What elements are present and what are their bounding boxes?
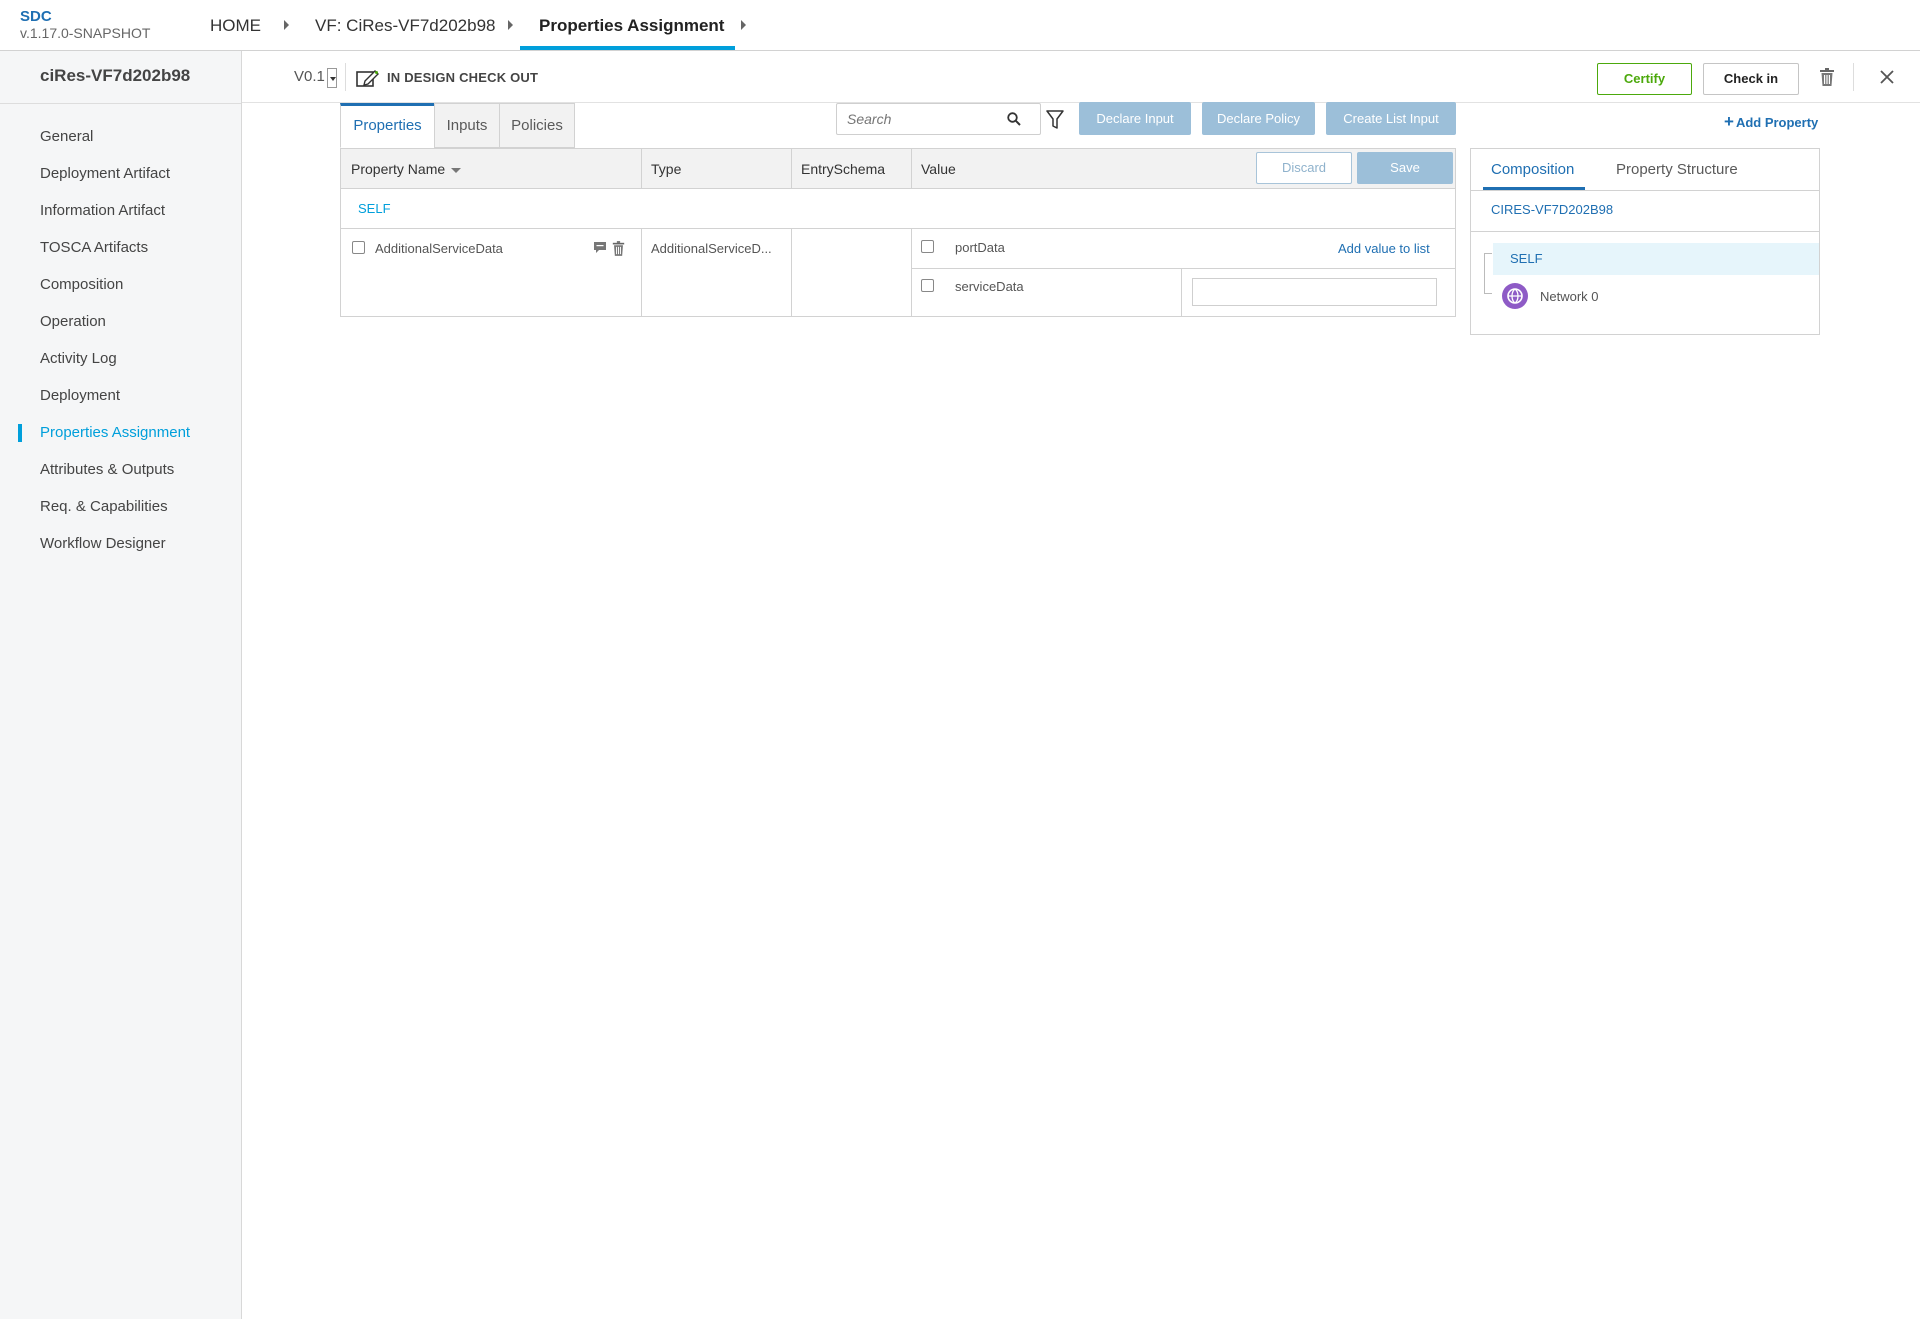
property-type: AdditionalServiceD... xyxy=(651,241,772,256)
create-list-input-button[interactable]: Create List Input xyxy=(1326,102,1456,135)
chevron-down-icon[interactable] xyxy=(327,68,337,88)
brand-version: v.1.17.0-SNAPSHOT xyxy=(20,25,151,41)
comment-icon[interactable] xyxy=(593,241,607,254)
row-divider xyxy=(911,268,1455,269)
group-row-self: SELF xyxy=(341,189,1455,229)
column-header-value: Value xyxy=(921,161,956,177)
column-divider xyxy=(911,229,912,317)
table-header: Property Name Type EntrySchema Value Dis… xyxy=(341,149,1455,189)
hierarchy-panel: Composition Property Structure CIRES-VF7… xyxy=(1470,148,1820,335)
divider xyxy=(1853,63,1854,91)
tree-node-label: SELF xyxy=(1510,251,1543,266)
declare-policy-button[interactable]: Declare Policy xyxy=(1202,102,1315,135)
column-header-type: Type xyxy=(651,161,682,177)
lifecycle-status: IN DESIGN CHECK OUT xyxy=(387,70,539,85)
group-label: SELF xyxy=(358,201,391,216)
brand-name: SDC xyxy=(20,8,52,25)
sort-down-icon[interactable] xyxy=(451,167,462,173)
tree-connector xyxy=(1484,293,1492,294)
top-bar: SDC v.1.17.0-SNAPSHOT HOME VF: CiRes-VF7… xyxy=(0,0,1920,51)
tree-node-self[interactable]: SELF xyxy=(1493,243,1819,275)
sidebar-item-properties-assignment[interactable]: Properties Assignment xyxy=(40,424,190,441)
sidebar: ciRes-VF7d202b98 General Deployment Arti… xyxy=(0,51,242,1319)
brand[interactable]: SDC v.1.17.0-SNAPSHOT xyxy=(20,8,151,42)
breadcrumb-current[interactable]: Properties Assignment xyxy=(539,0,724,51)
sidebar-item-deployment[interactable]: Deployment xyxy=(40,387,120,404)
breadcrumb-home[interactable]: HOME xyxy=(210,0,261,51)
discard-button[interactable]: Discard xyxy=(1256,152,1352,184)
version-selector[interactable]: V0.1 xyxy=(294,68,325,85)
column-divider xyxy=(791,229,792,317)
add-value-to-list-link[interactable]: Add value to list xyxy=(1338,241,1430,256)
search-input[interactable] xyxy=(837,104,1007,134)
tab-property-structure[interactable]: Property Structure xyxy=(1616,149,1738,191)
breadcrumb-arrow-icon[interactable] xyxy=(284,20,289,30)
trash-icon[interactable] xyxy=(1819,68,1835,86)
search-box xyxy=(836,103,1041,135)
sub-header: V0.1 IN DESIGN CHECK OUT Certify Check i… xyxy=(242,51,1920,103)
add-property-button[interactable]: + Add Property xyxy=(1724,112,1818,132)
tab-inputs[interactable]: Inputs xyxy=(434,103,500,148)
check-in-button[interactable]: Check in xyxy=(1703,63,1799,95)
sidebar-item-tosca-artifacts[interactable]: TOSCA Artifacts xyxy=(40,239,148,256)
divider xyxy=(1471,231,1819,232)
tab-properties[interactable]: Properties xyxy=(340,103,435,148)
column-label: Property Name xyxy=(351,161,446,177)
tree-connector xyxy=(1484,253,1492,254)
tab-policies[interactable]: Policies xyxy=(499,103,575,148)
sidebar-title: ciRes-VF7d202b98 xyxy=(40,66,191,85)
sidebar-item-information-artifact[interactable]: Information Artifact xyxy=(40,202,165,219)
add-property-label: Add Property xyxy=(1735,115,1819,130)
column-header-entry-schema: EntrySchema xyxy=(801,161,886,177)
sidebar-item-composition[interactable]: Composition xyxy=(40,276,123,293)
certify-button[interactable]: Certify xyxy=(1597,63,1692,95)
sidebar-item-activity-log[interactable]: Activity Log xyxy=(40,350,117,367)
save-button[interactable]: Save xyxy=(1357,152,1453,184)
network-icon xyxy=(1502,283,1528,309)
column-header-property-name[interactable]: Property Name xyxy=(341,149,462,189)
sidebar-active-marker xyxy=(18,424,22,442)
plus-icon: + xyxy=(1724,112,1734,131)
service-data-value-input[interactable] xyxy=(1192,278,1437,306)
column-divider xyxy=(1181,269,1182,317)
sidebar-divider xyxy=(0,103,241,104)
breadcrumb-vf[interactable]: VF: CiRes-VF7d202b98 xyxy=(315,0,495,51)
tree-connector xyxy=(1484,253,1485,293)
sub-property-checkbox[interactable] xyxy=(921,279,934,292)
column-divider xyxy=(641,229,642,317)
sidebar-item-req-capabilities[interactable]: Req. & Capabilities xyxy=(40,498,168,515)
property-checkbox[interactable] xyxy=(352,241,365,254)
search-icon[interactable] xyxy=(1007,112,1021,126)
divider xyxy=(1471,190,1819,191)
sidebar-item-operation[interactable]: Operation xyxy=(40,313,106,330)
properties-table: Property Name Type EntrySchema Value Dis… xyxy=(340,148,1456,317)
sidebar-item-general[interactable]: General xyxy=(40,128,93,145)
checkout-icon xyxy=(356,70,379,87)
divider xyxy=(345,63,346,91)
trash-icon[interactable] xyxy=(612,241,625,256)
declare-input-button[interactable]: Declare Input xyxy=(1079,102,1191,135)
tab-composition[interactable]: Composition xyxy=(1491,149,1574,191)
sidebar-item-attributes-outputs[interactable]: Attributes & Outputs xyxy=(40,461,174,478)
breadcrumb-arrow-icon[interactable] xyxy=(741,20,746,30)
sub-property-checkbox[interactable] xyxy=(921,240,934,253)
sidebar-item-workflow-designer[interactable]: Workflow Designer xyxy=(40,535,166,552)
sub-property-name: serviceData xyxy=(955,279,1024,294)
sub-property-name: portData xyxy=(955,240,1005,255)
breadcrumb-arrow-icon[interactable] xyxy=(508,20,513,30)
sidebar-item-deployment-artifact[interactable]: Deployment Artifact xyxy=(40,165,170,182)
property-name: AdditionalServiceData xyxy=(375,241,503,256)
filter-icon[interactable] xyxy=(1046,110,1064,130)
component-name-link[interactable]: CIRES-VF7D202B98 xyxy=(1491,202,1613,217)
tree-node-network[interactable]: Network 0 xyxy=(1540,289,1599,304)
close-icon[interactable] xyxy=(1880,70,1894,84)
breadcrumb-active-indicator xyxy=(520,46,735,50)
